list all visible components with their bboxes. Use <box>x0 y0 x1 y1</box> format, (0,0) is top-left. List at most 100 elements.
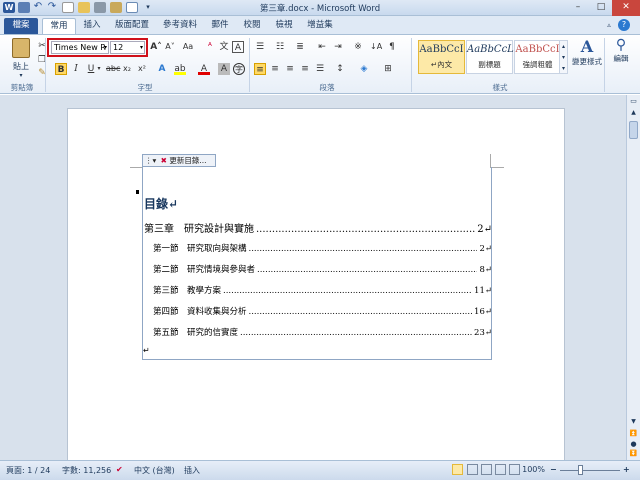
style-sample: AaBbCcI <box>515 44 560 55</box>
editing-label: 編輯 <box>613 54 629 63</box>
increase-indent-icon[interactable]: ⇥ <box>332 41 344 53</box>
shading-icon[interactable]: ◈ <box>358 63 370 75</box>
tab-insert[interactable]: 插入 <box>78 18 106 34</box>
format-painter-icon[interactable]: ✎ <box>36 67 48 79</box>
numbering-icon[interactable]: ☷ <box>274 41 286 53</box>
next-page-icon[interactable]: ⏬ <box>628 450 639 459</box>
toc-menu-icon[interactable]: ⋮▾ <box>143 156 158 165</box>
char-shading-icon[interactable]: A <box>218 63 230 75</box>
tab-page-layout[interactable]: 版面配置 <box>110 18 154 34</box>
toc-entry[interactable]: 第五節 研究的信實度..............................… <box>153 326 492 338</box>
tab-home[interactable]: 常用 <box>42 18 76 34</box>
justify-button[interactable]: ≡ <box>299 63 311 75</box>
help-icon[interactable]: ? <box>618 19 630 31</box>
close-button[interactable]: ✕ <box>612 0 640 16</box>
align-center-button[interactable]: ≡ <box>269 63 281 75</box>
highlight-color-icon[interactable]: ab <box>174 63 186 75</box>
toc-entry-page: 23↵ <box>474 328 492 338</box>
toc-entry-page: 16↵ <box>474 307 492 317</box>
proofing-icon[interactable]: ✔ <box>116 465 123 474</box>
text-effects-icon[interactable]: A <box>156 63 168 75</box>
strikethrough-button[interactable]: abc <box>106 63 120 75</box>
toc-entry[interactable]: 第一節 研究取向與架構.............................… <box>153 242 492 254</box>
update-toc-button[interactable]: 更新目錄... <box>169 156 206 165</box>
page-count[interactable]: 頁面: 1 / 24 <box>6 465 50 476</box>
borders-icon[interactable]: ⊞ <box>382 63 394 75</box>
superscript-button[interactable]: x² <box>136 63 148 75</box>
toc-content-control-tab[interactable]: ⋮▾ ✖ 更新目錄... <box>142 154 216 167</box>
toc-entry[interactable]: 第三節 教學方案................................… <box>153 284 492 296</box>
insert-mode[interactable]: 插入 <box>184 465 200 476</box>
font-combo-highlight <box>47 38 148 57</box>
web-layout-view-icon[interactable] <box>481 464 492 475</box>
change-case-icon[interactable]: Aa <box>182 41 194 53</box>
paste-button[interactable]: 貼上 ▾ <box>8 36 34 80</box>
ribbon-tabs: 檔案 常用 插入 版面配置 參考資料 郵件 校閱 檢視 增益集 ? ▵ <box>0 16 640 34</box>
clear-formatting-icon[interactable]: ᴬ <box>204 41 216 53</box>
phonetic-guide-icon[interactable]: 文 <box>218 41 230 53</box>
ribbon-minimize-icon[interactable]: ▵ <box>604 18 614 34</box>
styles-scroll[interactable]: ▴ ▾ ▾ <box>559 40 568 74</box>
tab-view[interactable]: 檢視 <box>270 18 298 34</box>
toc-leader: ........................................… <box>257 265 478 275</box>
style-normal[interactable]: AaBbCcI ↵內文 <box>418 40 465 74</box>
style-strong[interactable]: AaBbCcI 強調粗體 <box>514 40 561 74</box>
align-left-button[interactable]: ≡ <box>254 63 266 75</box>
zoom-slider[interactable] <box>560 470 620 471</box>
status-bar: 頁面: 1 / 24 字數: 11,256 ✔ 中文 (台灣) 插入 100% … <box>0 460 640 480</box>
toc-entry-label: 第一節 研究取向與架構 <box>153 244 247 254</box>
sort-icon[interactable]: ↓A <box>370 41 382 53</box>
word-count[interactable]: 字數: 11,256 <box>62 465 111 476</box>
maximize-button[interactable]: □ <box>590 0 612 16</box>
full-screen-view-icon[interactable] <box>467 464 478 475</box>
browse-object-icon[interactable]: ● <box>628 440 639 449</box>
change-styles-label: 變更樣式 <box>572 57 602 66</box>
zoom-slider-thumb[interactable] <box>578 465 583 475</box>
zoom-in-button[interactable]: + <box>623 465 630 474</box>
scroll-down-icon[interactable]: ▼ <box>628 418 639 428</box>
font-color-icon[interactable]: A <box>198 63 210 75</box>
align-right-button[interactable]: ≡ <box>284 63 296 75</box>
underline-dropdown-icon[interactable]: ▾ <box>96 63 102 75</box>
distributed-button[interactable]: ☰ <box>314 63 326 75</box>
language-indicator[interactable]: 中文 (台灣) <box>134 465 175 476</box>
toc-entry[interactable]: 第四節 資料收集與分析.............................… <box>153 305 492 317</box>
shrink-font-icon[interactable]: A˅ <box>164 41 176 53</box>
line-spacing-icon[interactable]: ↕ <box>334 63 346 75</box>
enclose-circle-icon[interactable]: 字 <box>233 63 245 75</box>
show-marks-icon[interactable]: ¶ <box>386 41 398 53</box>
style-subtitle[interactable]: AaBbCcL 副標題 <box>466 40 514 74</box>
toc-entry[interactable]: 第二節 研究情境與參與者............................… <box>153 263 492 275</box>
subscript-button[interactable]: x₂ <box>121 63 133 75</box>
zoom-level[interactable]: 100% <box>517 465 545 474</box>
print-layout-view-icon[interactable] <box>452 464 463 475</box>
multilevel-list-icon[interactable]: ≣ <box>294 41 306 53</box>
bullets-icon[interactable]: ☰ <box>254 41 266 53</box>
ruler-toggle-icon[interactable]: ▭ <box>628 97 639 107</box>
clipboard-group-label: 剪貼簿 <box>10 83 34 92</box>
editing-button[interactable]: ⚲ 編輯 <box>606 37 636 81</box>
toc-entry[interactable]: 第三章 研究設計與實施.............................… <box>144 220 492 235</box>
enclose-char-icon[interactable]: A <box>232 41 244 53</box>
scroll-up-icon[interactable]: ▲ <box>628 109 639 119</box>
style-name: 強調粗體 <box>522 60 553 69</box>
tab-mailings[interactable]: 郵件 <box>206 18 234 34</box>
scroll-thumb[interactable] <box>629 121 638 139</box>
window-title: 第三章.docx - Microsoft Word <box>259 4 381 14</box>
asian-layout-icon[interactable]: ※ <box>352 41 364 53</box>
vertical-scrollbar[interactable]: ▭ ▲ ▼ ⏫ ● ⏬ <box>626 95 640 460</box>
change-styles-button[interactable]: A 變更樣式 <box>570 37 604 81</box>
minimize-button[interactable]: – <box>566 0 590 16</box>
previous-page-icon[interactable]: ⏫ <box>628 430 639 439</box>
tab-review[interactable]: 校閱 <box>238 18 266 34</box>
tab-file[interactable]: 檔案 <box>4 18 38 34</box>
italic-button[interactable]: I <box>70 63 82 75</box>
tab-addins[interactable]: 增益集 <box>302 18 338 34</box>
zoom-out-button[interactable]: − <box>550 465 557 474</box>
tab-references[interactable]: 參考資料 <box>158 18 202 34</box>
decrease-indent-icon[interactable]: ⇤ <box>316 41 328 53</box>
bold-button[interactable]: B <box>55 63 67 75</box>
grow-font-icon[interactable]: A˄ <box>150 41 162 53</box>
outline-view-icon[interactable] <box>495 464 506 475</box>
end-paragraph-mark: ↵ <box>143 346 150 355</box>
